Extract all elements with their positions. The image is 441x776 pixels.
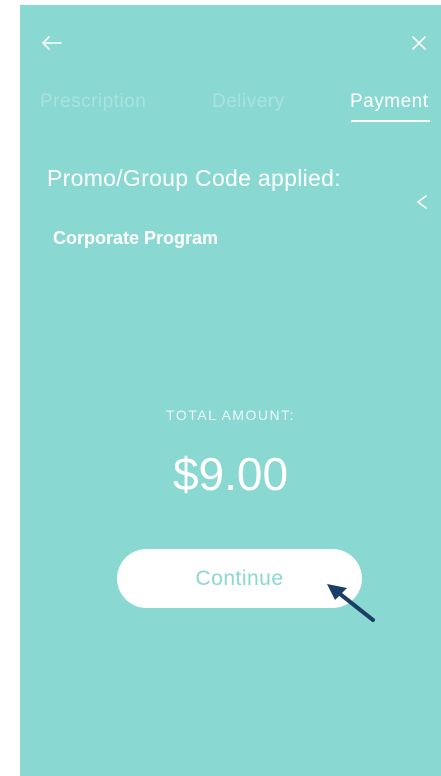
chevron-icon (417, 195, 427, 209)
close-button[interactable] (409, 33, 429, 53)
payment-screen: Prescription Delivery Payment Promo/Grou… (20, 5, 441, 776)
tab-payment[interactable]: Payment (350, 91, 428, 113)
total-amount-value: $9.00 (172, 448, 289, 500)
tab-prescription[interactable]: Prescription (40, 91, 146, 113)
promo-code-value: Corporate Program (53, 228, 219, 248)
checkout-steps-tabs: Prescription Delivery Payment (20, 91, 441, 125)
promo-code-heading: Promo/Group Code applied: (47, 165, 341, 191)
back-button[interactable] (40, 31, 64, 55)
tab-delivery[interactable]: Delivery (212, 91, 285, 113)
total-amount-label: TOTAL AMOUNT: (166, 407, 295, 423)
promo-collapse-toggle[interactable] (413, 193, 431, 211)
arrow-left-icon (42, 36, 62, 50)
continue-button[interactable]: Continue (117, 549, 362, 608)
close-icon (412, 36, 426, 50)
active-tab-underline (351, 120, 430, 122)
